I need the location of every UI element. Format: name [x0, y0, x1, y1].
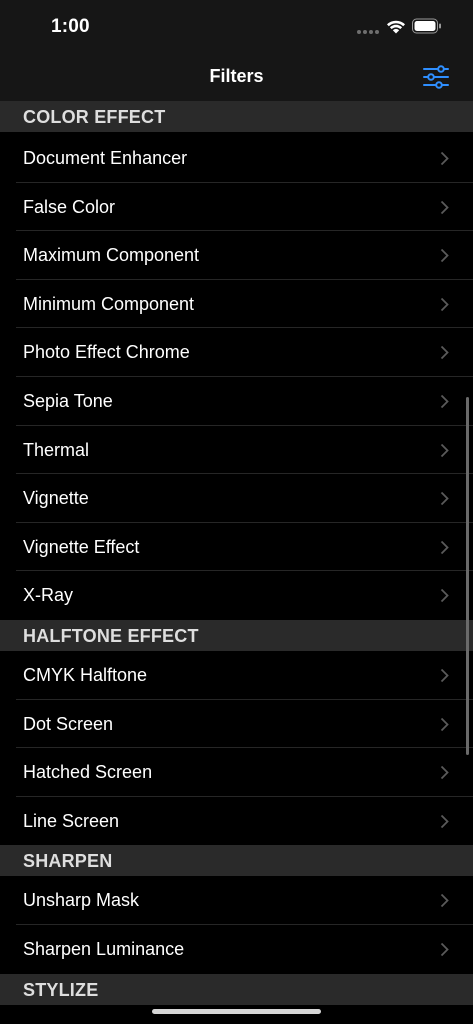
list-item[interactable]: Photo Effect Chrome — [16, 328, 473, 377]
chevron-right-icon — [440, 492, 449, 506]
list-item-label: Minimum Component — [23, 293, 195, 314]
chevron-right-icon — [440, 894, 449, 908]
list-item[interactable]: Maximum Component — [16, 231, 473, 280]
section-header-halftone-effect: HALFTONE EFFECT — [0, 619, 473, 651]
list-item[interactable]: Hatched Screen — [16, 748, 473, 797]
list-item-label: Hatched Screen — [23, 762, 153, 783]
chevron-right-icon — [440, 942, 449, 957]
wifi-icon — [387, 20, 405, 34]
list-item[interactable]: Line Screen — [16, 797, 473, 846]
list-item-label: Sepia Tone — [23, 390, 113, 411]
chevron-right-icon — [440, 249, 449, 263]
list-item[interactable]: Thermal — [16, 426, 473, 475]
list-item-label: Maximum Component — [23, 245, 200, 266]
section-header-sharpen: SHARPEN — [0, 845, 473, 877]
list-item[interactable]: Sharpen Luminance — [16, 925, 473, 974]
chevron-right-icon — [440, 346, 449, 360]
list-item[interactable]: Vignette Effect — [16, 523, 473, 572]
chevron-right-icon — [440, 717, 449, 731]
section-header-color-effect: COLOR EFFECT — [0, 101, 473, 132]
list-item-label: Unsharp Mask — [23, 890, 140, 911]
list-item-label: Sharpen Luminance — [23, 938, 185, 959]
list-item[interactable]: Vignette — [16, 474, 473, 523]
list-item[interactable]: Sepia Tone — [16, 377, 473, 426]
list-item[interactable]: X-Ray — [16, 571, 473, 620]
list-item-label: X-Ray — [23, 585, 74, 606]
list-item[interactable]: Unsharp Mask — [16, 876, 473, 925]
list-item-label: Vignette — [23, 488, 89, 509]
section-header-stylize: STYLIZE — [0, 973, 473, 1005]
list-item-label: Line Screen — [23, 810, 120, 831]
chevron-right-icon — [440, 814, 449, 828]
screen: 1:00 Filters COLOR EFFECT Document Enhan… — [0, 0, 473, 1024]
chevron-right-icon — [440, 589, 449, 603]
cellular-signal-icon — [357, 30, 379, 34]
list-item-label: CMYK Halftone — [23, 664, 148, 685]
chevron-right-icon — [440, 540, 449, 554]
sliders-icon[interactable] — [422, 65, 450, 89]
list-item[interactable]: CMYK Halftone — [16, 651, 473, 700]
scroll-indicator[interactable] — [466, 397, 469, 755]
chevron-right-icon — [440, 668, 449, 683]
list-item-label: Dot Screen — [23, 713, 114, 734]
list-item[interactable]: Dot Screen — [16, 700, 473, 749]
battery-icon — [412, 18, 441, 34]
list-item-label: Vignette Effect — [23, 536, 140, 557]
chevron-right-icon — [440, 200, 449, 214]
chevron-right-icon — [440, 297, 449, 311]
list-item-label: False Color — [23, 196, 116, 217]
list-item-label: Photo Effect Chrome — [23, 342, 190, 363]
status-bar: 1:00 — [0, 0, 473, 54]
status-time: 1:00 — [51, 16, 90, 37]
list-item[interactable]: Document Enhancer — [16, 134, 473, 183]
filter-list: COLOR EFFECT Document Enhancer False Col… — [0, 101, 473, 1005]
navigation-bar: Filters — [0, 54, 473, 101]
list-item-label: Document Enhancer — [23, 148, 188, 168]
home-indicator[interactable] — [152, 1009, 321, 1014]
page-title: Filters — [209, 66, 264, 86]
chevron-right-icon — [440, 765, 449, 780]
chevron-right-icon — [440, 443, 449, 457]
list-item-label: Thermal — [23, 439, 90, 460]
list-item[interactable]: False Color — [16, 183, 473, 232]
list-item[interactable]: Minimum Component — [16, 280, 473, 329]
chevron-right-icon — [440, 394, 449, 409]
chevron-right-icon — [440, 151, 449, 166]
